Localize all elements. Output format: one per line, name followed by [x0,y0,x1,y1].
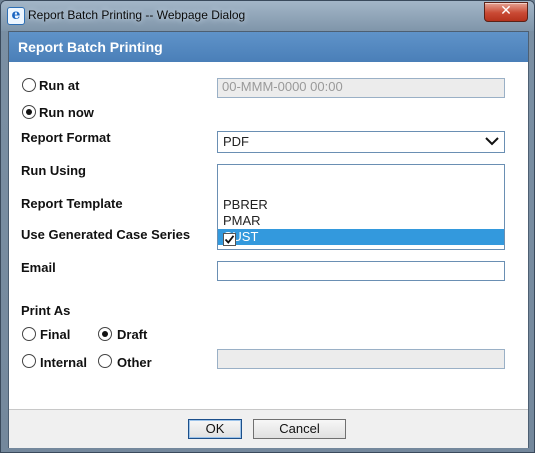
run-using-label: Run Using [21,163,86,178]
other-text-field[interactable] [217,349,505,369]
report-template-listbox[interactable]: PBRER PMAR CUST [217,164,505,250]
print-as-other-radio[interactable] [98,354,112,368]
window-title: Report Batch Printing -- Webpage Dialog [28,8,246,22]
print-as-final-radio[interactable] [22,327,36,341]
report-format-label: Report Format [21,130,111,145]
template-option-cust[interactable]: CUST [218,229,504,245]
report-format-select[interactable]: PDF [217,131,505,153]
run-now-label: Run now [39,105,94,120]
print-as-other-label: Other [117,355,152,370]
title-bar[interactable]: e Report Batch Printing -- Webpage Dialo… [1,1,534,31]
chevron-down-icon [485,137,499,146]
dialog-client: Report Batch Printing Run at 00-MMM-0000… [8,31,529,448]
use-generated-case-series-label: Use Generated Case Series [21,227,191,242]
print-as-draft-label: Draft [117,327,148,342]
print-as-internal-label: Internal [40,355,87,370]
checkmark-icon [224,235,235,244]
print-as-final-label: Final [40,327,71,342]
use-generated-case-series-checkbox[interactable] [223,233,236,246]
run-at-label: Run at [39,78,80,93]
dialog-header: Report Batch Printing [9,32,528,62]
ok-button[interactable]: OK [188,419,242,439]
print-as-draft-radio[interactable] [98,327,112,341]
ie-icon: e [7,7,25,25]
print-as-internal-radio[interactable] [22,354,36,368]
email-field[interactable] [217,261,505,281]
run-now-radio[interactable] [22,105,36,119]
dialog-footer: OK Cancel [9,409,528,448]
run-at-radio[interactable] [22,78,36,92]
print-as-label: Print As [21,303,71,318]
email-label: Email [21,260,56,275]
close-button[interactable]: ✕ [484,2,528,22]
template-option-pmar[interactable]: PMAR [218,213,504,229]
cancel-button[interactable]: Cancel [253,419,346,439]
report-format-value: PDF [223,134,249,149]
template-option-pbrer[interactable]: PBRER [218,197,504,213]
run-at-datetime-field[interactable]: 00-MMM-0000 00:00 [217,78,505,98]
dialog-window: e Report Batch Printing -- Webpage Dialo… [0,0,535,453]
report-template-label: Report Template [21,196,123,211]
form-area: Run at 00-MMM-0000 00:00 Run now Report … [9,62,528,409]
